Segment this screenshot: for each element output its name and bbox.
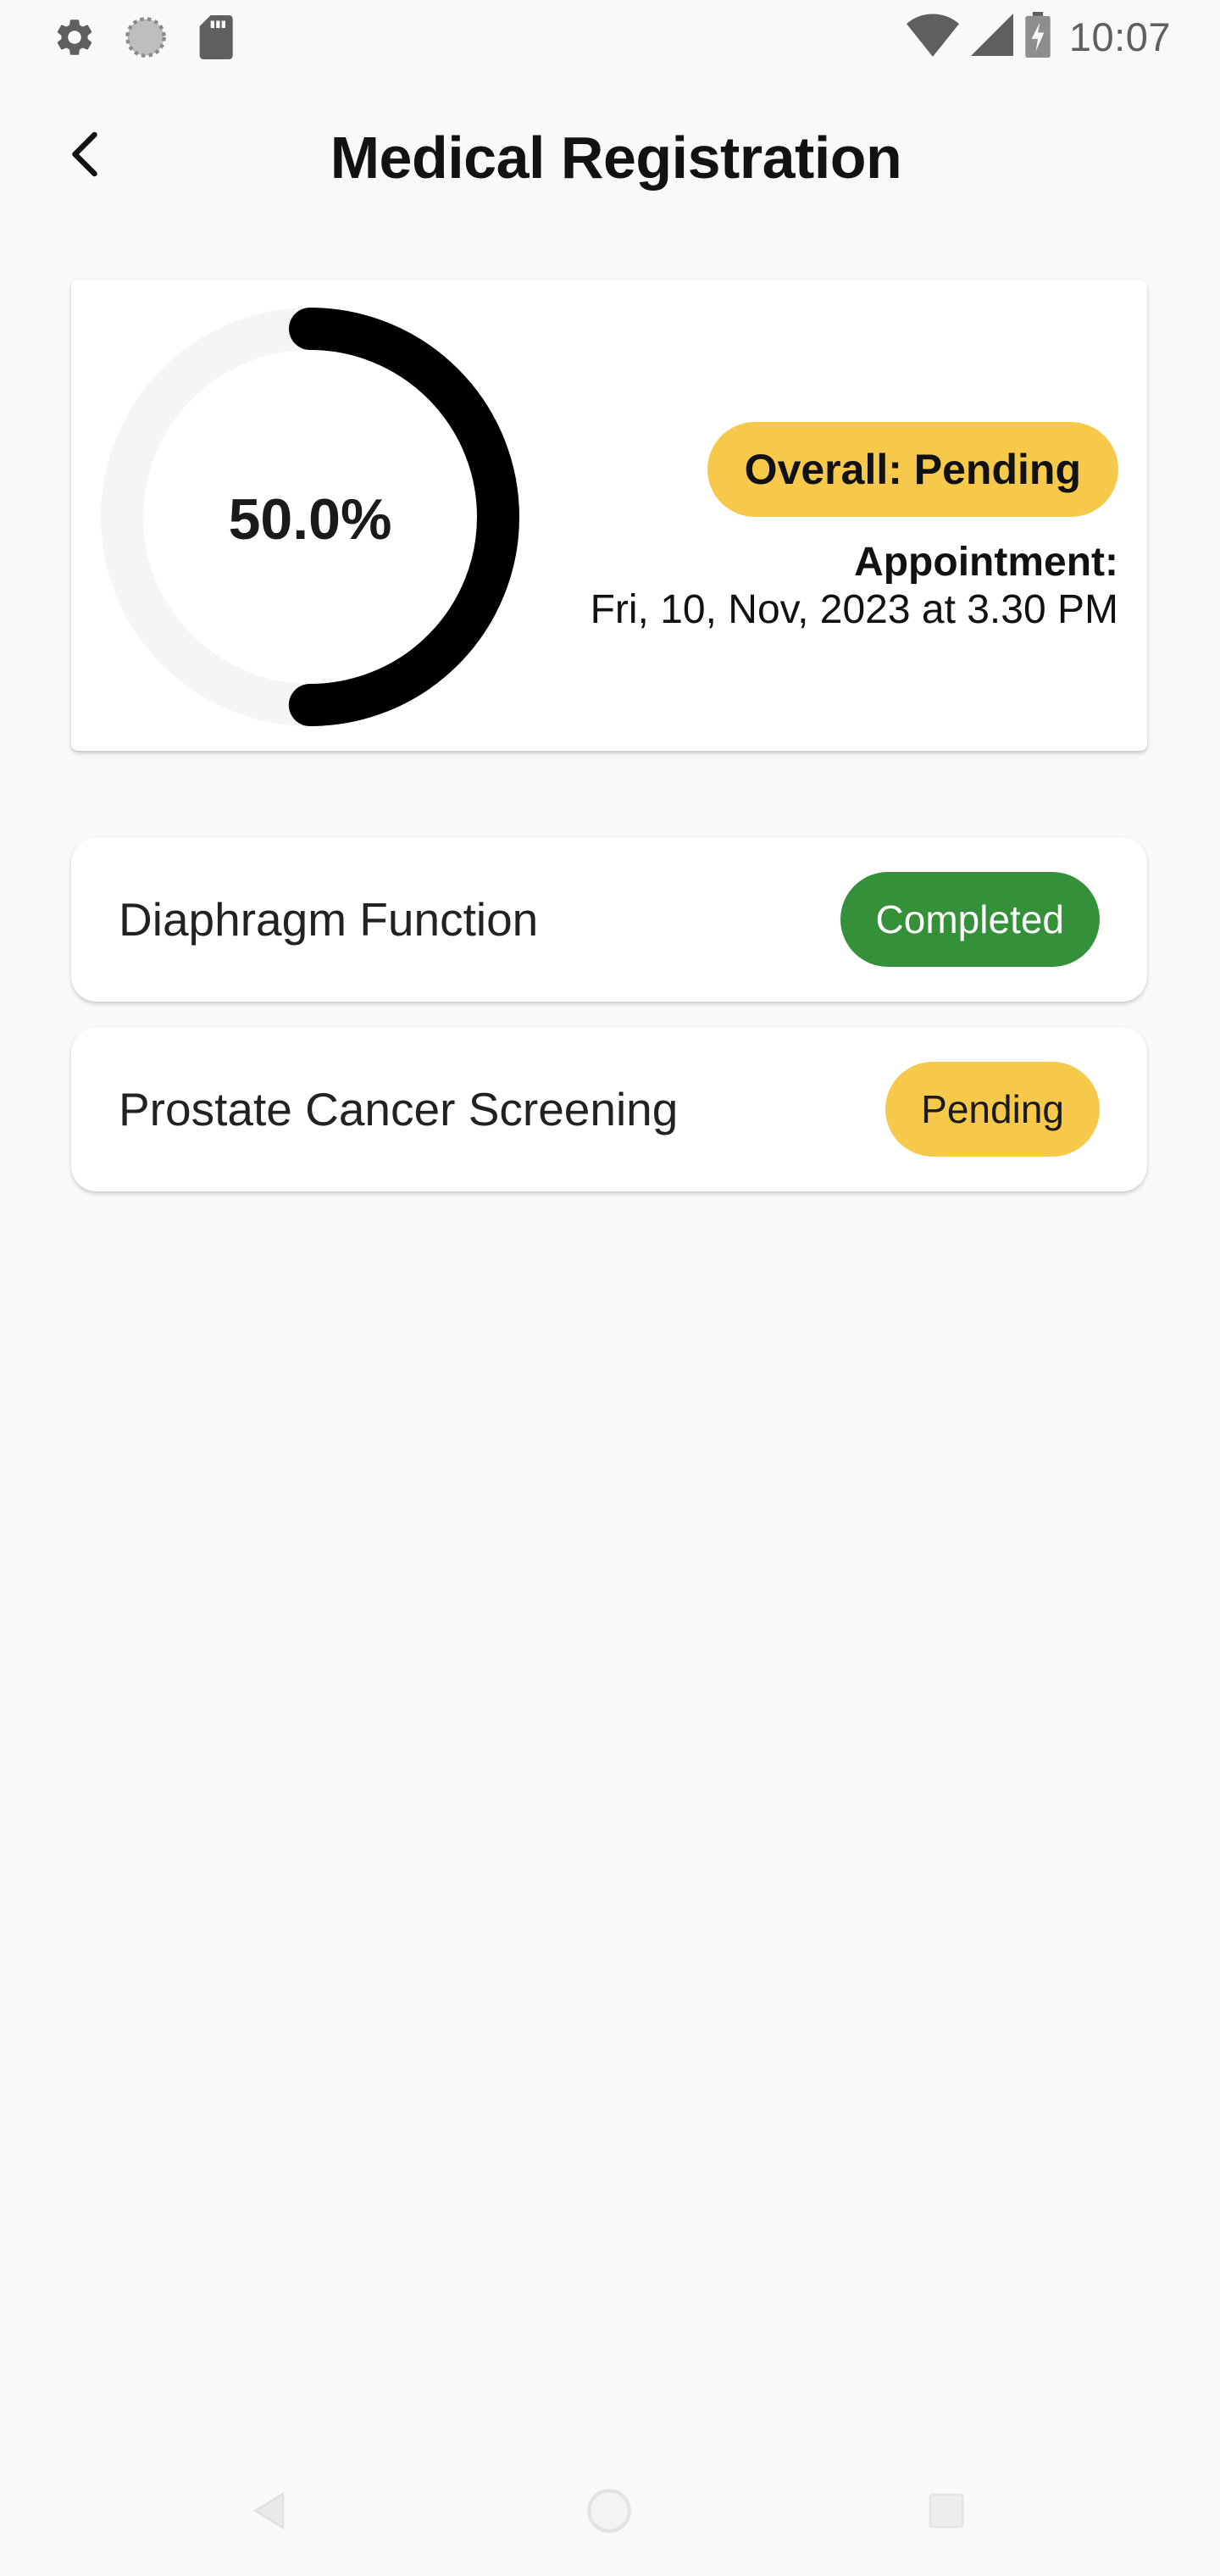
test-name: Diaphragm Function <box>119 893 539 946</box>
appointment-label: Appointment: <box>854 540 1118 585</box>
cell-signal-icon <box>970 14 1013 60</box>
test-name: Prostate Cancer Screening <box>119 1083 679 1135</box>
status-right-icons: 10:07 <box>906 12 1171 62</box>
system-nav-bar <box>0 2457 1220 2559</box>
status-badge-completed: Completed <box>840 872 1100 967</box>
wifi-icon <box>906 13 959 61</box>
sync-icon <box>124 15 168 59</box>
status-badge-pending: Pending <box>885 1062 1100 1157</box>
back-triangle-icon <box>249 2490 291 2536</box>
status-time: 10:07 <box>1068 14 1171 59</box>
progress-ring: 50.0% <box>100 307 520 727</box>
status-bar: 10:07 <box>0 0 1220 71</box>
progress-percentage: 50.0% <box>228 487 392 552</box>
settings-icon <box>53 15 97 59</box>
summary-card: 50.0% Overall: Pending Appointment: Fri,… <box>71 280 1147 751</box>
home-circle-icon <box>585 2487 633 2539</box>
battery-charging-icon <box>1025 12 1051 62</box>
overall-status-badge: Overall: Pending <box>707 422 1118 517</box>
nav-recents-button[interactable] <box>917 2483 976 2542</box>
nav-back-button[interactable] <box>241 2483 300 2542</box>
status-left-icons <box>53 15 234 59</box>
appointment-info: Appointment: Fri, 10, Nov, 2023 at 3.30 … <box>591 539 1118 634</box>
sd-card-icon <box>195 15 234 59</box>
test-row-prostate-cancer-screening[interactable]: Prostate Cancer Screening Pending <box>71 1027 1147 1191</box>
nav-home-button[interactable] <box>580 2483 639 2542</box>
recents-square-icon <box>926 2490 967 2535</box>
app-bar: Medical Registration <box>0 102 1220 212</box>
test-row-diaphragm-function[interactable]: Diaphragm Function Completed <box>71 837 1147 1002</box>
appointment-datetime: Fri, 10, Nov, 2023 at 3.30 PM <box>590 587 1118 632</box>
page-title: Medical Registration <box>330 125 902 191</box>
